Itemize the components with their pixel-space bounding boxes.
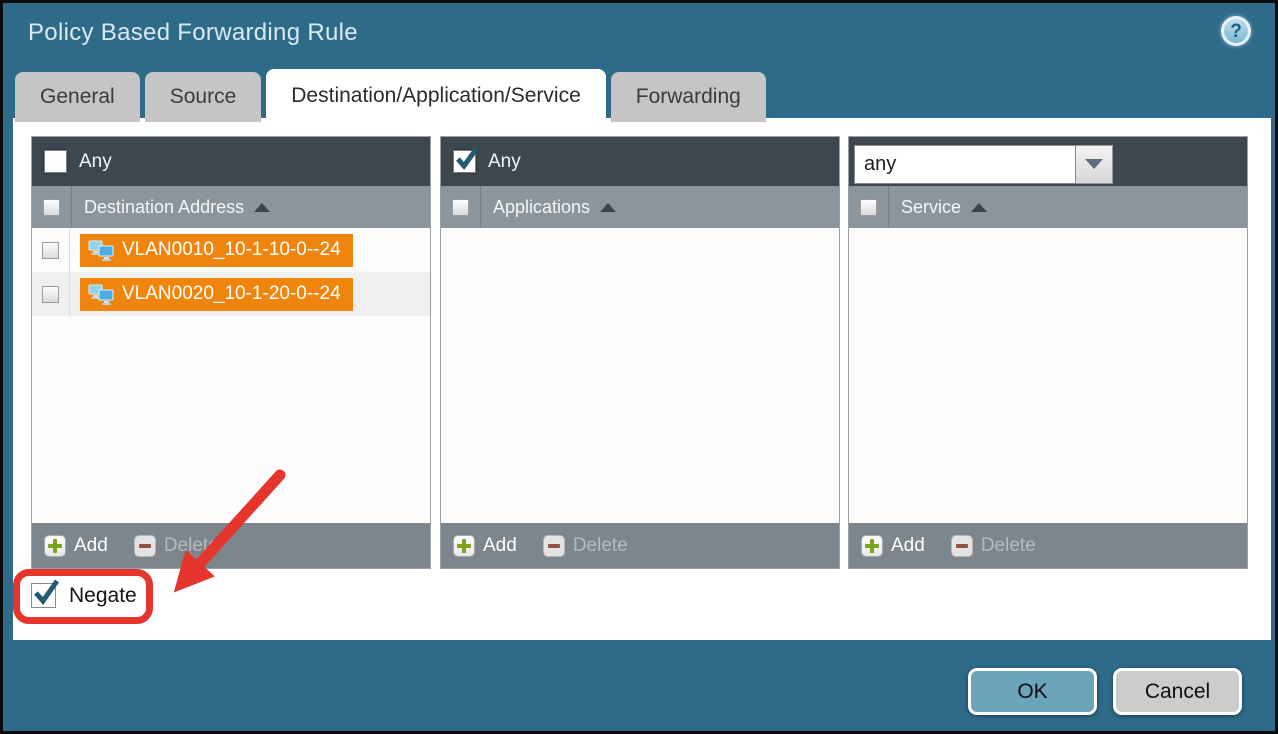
service-any-band: any xyxy=(849,137,1247,186)
applications-toolbar: Add Delete xyxy=(441,523,839,568)
add-button[interactable]: Add xyxy=(74,535,108,557)
service-list xyxy=(849,228,1247,523)
tab-general[interactable]: General xyxy=(15,72,140,122)
negate-label: Negate xyxy=(69,584,137,608)
negate-control: Negate xyxy=(31,583,137,608)
delete-button[interactable]: Delete xyxy=(981,535,1036,557)
row-checkbox[interactable] xyxy=(42,242,59,259)
service-select-all-checkbox[interactable] xyxy=(860,199,877,216)
applications-list xyxy=(441,228,839,523)
service-panel: any Service Add xyxy=(848,136,1248,569)
tab-bar: General Source Destination/Application/S… xyxy=(15,69,766,122)
list-item[interactable]: VLAN0020_10-1-20-0--24 xyxy=(32,272,430,316)
applications-column-header[interactable]: Applications xyxy=(441,186,839,228)
list-item[interactable]: VLAN0010_10-1-10-0--24 xyxy=(32,228,430,272)
delete-button[interactable]: Delete xyxy=(164,535,219,557)
delete-icon[interactable] xyxy=(543,535,565,557)
applications-any-band: Any xyxy=(441,137,839,186)
tab-forwarding[interactable]: Forwarding xyxy=(611,72,766,122)
service-dropdown-value[interactable]: any xyxy=(854,145,1076,184)
pbf-rule-dialog: Policy Based Forwarding Rule ? General S… xyxy=(3,3,1275,731)
checkmark-icon xyxy=(453,145,481,173)
chevron-down-icon xyxy=(1085,159,1103,169)
checkmark-icon xyxy=(31,578,61,608)
delete-icon[interactable] xyxy=(134,535,156,557)
negate-checkbox[interactable] xyxy=(31,583,56,608)
destination-toolbar: Add Delete xyxy=(32,523,430,568)
address-object-tag[interactable]: VLAN0020_10-1-20-0--24 xyxy=(80,278,353,311)
applications-panel: Any Applications Add Delete xyxy=(440,136,840,569)
applications-any-checkbox[interactable] xyxy=(453,150,476,173)
service-column-header[interactable]: Service xyxy=(849,186,1247,228)
row-checkbox[interactable] xyxy=(42,286,59,303)
applications-any-label: Any xyxy=(488,151,521,173)
dialog-title: Policy Based Forwarding Rule xyxy=(28,19,358,47)
add-button[interactable]: Add xyxy=(483,535,517,557)
dialog-titlebar: Policy Based Forwarding Rule ? xyxy=(3,3,1275,69)
sort-ascending-icon xyxy=(971,203,987,212)
add-icon[interactable] xyxy=(861,535,883,557)
add-icon[interactable] xyxy=(44,535,66,557)
destination-column-header[interactable]: Destination Address xyxy=(32,186,430,228)
help-icon[interactable]: ? xyxy=(1221,16,1251,46)
network-address-icon xyxy=(88,284,115,305)
service-toolbar: Add Delete xyxy=(849,523,1247,568)
screen: Policy Based Forwarding Rule ? General S… xyxy=(0,0,1278,734)
tab-source[interactable]: Source xyxy=(145,72,262,122)
add-icon[interactable] xyxy=(453,535,475,557)
sort-ascending-icon xyxy=(600,203,616,212)
network-address-icon xyxy=(88,240,115,261)
destination-column-label: Destination Address xyxy=(84,197,244,218)
cancel-button[interactable]: Cancel xyxy=(1113,668,1242,715)
destination-panel: Any Destination Address xyxy=(31,136,431,569)
dropdown-button[interactable] xyxy=(1076,145,1113,184)
applications-column-label: Applications xyxy=(493,197,590,218)
address-object-tag[interactable]: VLAN0010_10-1-10-0--24 xyxy=(80,234,353,267)
add-button[interactable]: Add xyxy=(891,535,925,557)
destination-any-band: Any xyxy=(32,137,430,186)
delete-icon[interactable] xyxy=(951,535,973,557)
tab-content: Any Destination Address xyxy=(13,118,1271,640)
sort-ascending-icon xyxy=(254,203,270,212)
delete-button[interactable]: Delete xyxy=(573,535,628,557)
tab-destination-application-service[interactable]: Destination/Application/Service xyxy=(266,69,606,122)
service-column-label: Service xyxy=(901,197,961,218)
destination-any-checkbox[interactable] xyxy=(44,150,67,173)
destination-list: VLAN0010_10-1-10-0--24 xyxy=(32,228,430,523)
applications-select-all-checkbox[interactable] xyxy=(452,199,469,216)
ok-button[interactable]: OK xyxy=(968,668,1097,715)
service-dropdown[interactable]: any xyxy=(854,145,1113,184)
destination-any-label: Any xyxy=(79,151,112,173)
destination-select-all-checkbox[interactable] xyxy=(43,199,60,216)
address-object-label: VLAN0020_10-1-20-0--24 xyxy=(122,283,341,305)
address-object-label: VLAN0010_10-1-10-0--24 xyxy=(122,239,341,261)
